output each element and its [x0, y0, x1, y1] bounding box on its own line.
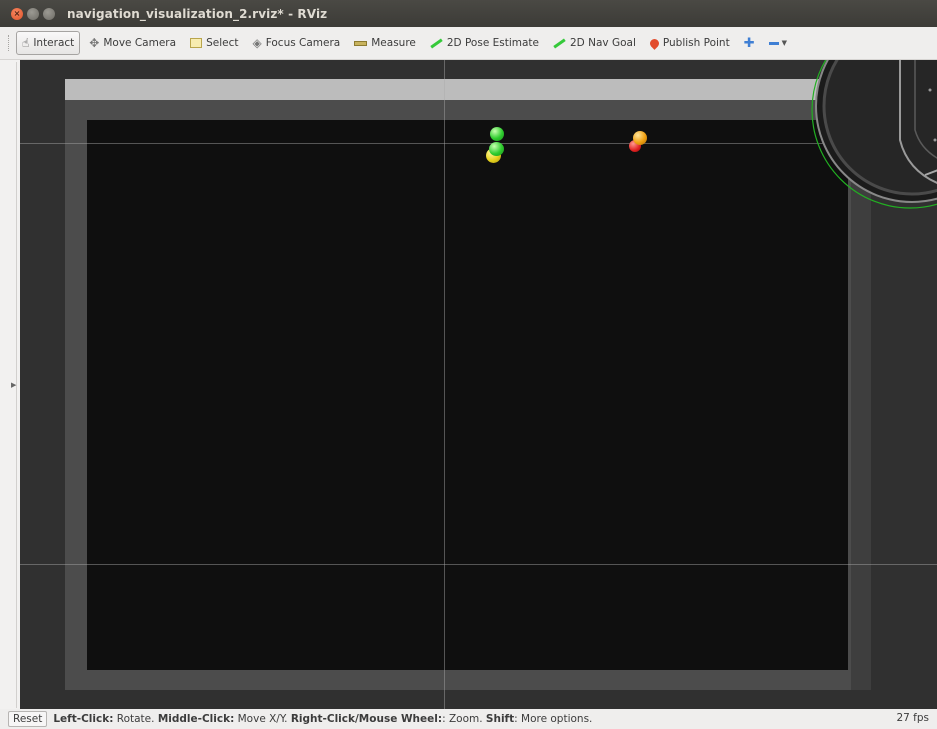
focus-camera-tool-button[interactable]: ◈ Focus Camera [247, 31, 345, 55]
red-pin-icon [647, 36, 661, 50]
mouse-hint: Left-Click: Rotate. Middle-Click: Move X… [53, 713, 592, 725]
pose-estimate-tool-button[interactable]: 2D Pose Estimate [425, 31, 544, 55]
maximize-window-icon[interactable] [43, 7, 55, 20]
chevron-down-icon: ▼ [781, 39, 787, 47]
grid-line [444, 60, 445, 709]
fps-counter: 27 fps [896, 712, 929, 724]
minimize-window-icon[interactable] [27, 7, 39, 20]
3d-render-viewport[interactable] [20, 60, 937, 709]
green-arrow-icon [430, 38, 443, 48]
move-camera-icon: ✥ [89, 36, 100, 50]
plus-icon: ✚ [743, 35, 755, 51]
reset-button[interactable]: Reset [8, 711, 48, 727]
focus-camera-label: Focus Camera [265, 37, 341, 49]
waypoint-marker [489, 142, 504, 156]
publish-point-label: Publish Point [662, 37, 730, 49]
select-tool-button[interactable]: Select [185, 31, 243, 55]
publish-point-tool-button[interactable]: Publish Point [645, 31, 735, 55]
hint-key: Shift [485, 713, 515, 725]
measure-label: Measure [371, 37, 416, 49]
nav-goal-label: 2D Nav Goal [570, 37, 636, 49]
map-free-space [87, 120, 848, 670]
move-camera-label: Move Camera [103, 37, 177, 49]
select-icon [190, 38, 203, 48]
hint-key: Middle-Click: [157, 713, 235, 725]
hand-icon: ☝ [22, 36, 30, 50]
hint-key: Right-Click/Mouse Wheel: [290, 713, 443, 725]
waypoint-marker [490, 127, 504, 141]
add-tool-button[interactable]: ✚ [739, 31, 760, 55]
hint-text: Rotate. [113, 713, 158, 725]
expand-arrow-icon[interactable]: ▶ [11, 381, 16, 389]
measure-icon [354, 40, 368, 46]
tools-toolbar: ☝ Interact ✥ Move Camera Select ◈ Focus … [0, 27, 937, 60]
status-bar: Reset Left-Click: Rotate. Middle-Click: … [0, 709, 937, 729]
interact-tool-button[interactable]: ☝ Interact [16, 31, 81, 55]
move-camera-tool-button[interactable]: ✥ Move Camera [84, 31, 181, 55]
remove-tool-button[interactable]: ▼ [764, 31, 792, 55]
close-window-icon[interactable]: × [11, 7, 23, 20]
window-title: navigation_visualization_2.rviz* - RViz [67, 6, 328, 21]
hint-text: : More options. [514, 713, 593, 725]
hint-text: Move X/Y. [234, 713, 291, 725]
interact-label: Interact [33, 37, 75, 49]
measure-tool-button[interactable]: Measure [349, 31, 421, 55]
hint-text: : Zoom. [442, 713, 486, 725]
focus-camera-icon: ◈ [252, 36, 262, 50]
nav-goal-tool-button[interactable]: 2D Nav Goal [548, 31, 641, 55]
robot-model [811, 60, 937, 209]
grid-line [20, 564, 937, 565]
green-arrow-icon [553, 38, 566, 48]
pose-estimate-label: 2D Pose Estimate [446, 37, 539, 49]
map-top-band [65, 79, 851, 100]
minus-icon [768, 41, 779, 45]
select-label: Select [206, 37, 239, 49]
toolbar-grip[interactable] [8, 35, 11, 51]
hint-key: Left-Click: [53, 713, 114, 725]
waypoint-marker [633, 131, 647, 145]
window-titlebar: × navigation_visualization_2.rviz* - RVi… [0, 0, 937, 27]
